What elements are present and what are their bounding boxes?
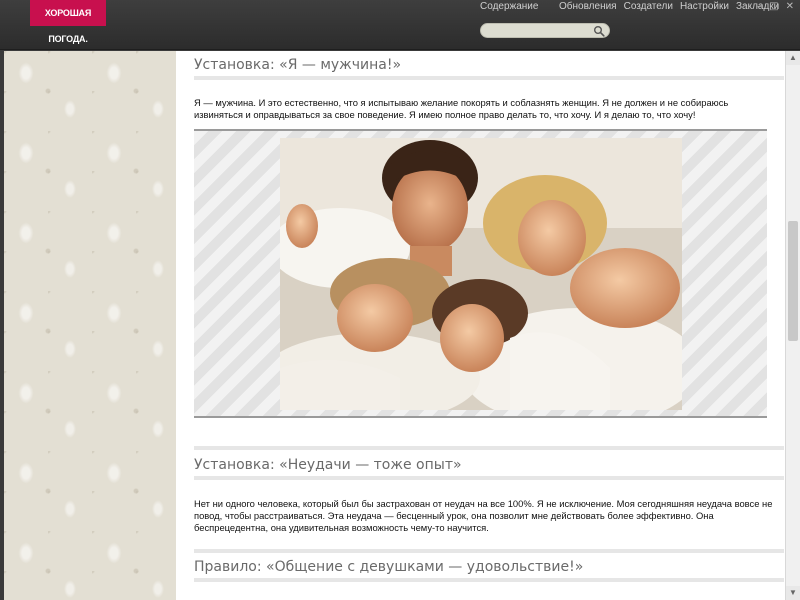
- section-divider: [194, 446, 784, 450]
- section-title-man: Установка: «Я — мужчина!»: [194, 57, 402, 73]
- logo[interactable]: ХОРОШАЯ ПОГОДА.: [30, 0, 106, 44]
- vertical-scrollbar[interactable]: ▲ ▼: [785, 51, 800, 600]
- search-box: [480, 23, 610, 38]
- section-divider: [194, 549, 784, 553]
- arrow-up-icon[interactable]: ▲: [786, 51, 800, 65]
- close-icon[interactable]: ✕: [786, 2, 794, 12]
- photo-frame: [194, 129, 767, 418]
- search-input[interactable]: [489, 25, 589, 36]
- nav-settings-link[interactable]: Настройки: [680, 1, 729, 12]
- section-divider: [194, 76, 784, 80]
- window-controls: – □ ✕: [757, 2, 794, 12]
- section-title-girls: Правило: «Общение с девушками — удовольс…: [194, 559, 584, 575]
- section-divider: [194, 578, 784, 582]
- section-text-man: Я — мужчина. И это естественно, что я ис…: [194, 97, 729, 120]
- decorative-wallpaper: [0, 51, 176, 600]
- nav-menu: Обновления Создатели Настройки Закладки: [559, 1, 779, 12]
- search-icon[interactable]: [593, 25, 605, 37]
- nav-updates-link[interactable]: Обновления: [559, 1, 617, 12]
- section-text-failures: Нет ни одного человека, который был бы з…: [194, 498, 773, 533]
- article-photo: [280, 138, 682, 410]
- nav-contents-link[interactable]: Содержание: [480, 1, 538, 12]
- section-title-failures: Установка: «Неудачи — тоже опыт»: [194, 457, 462, 473]
- scrollbar-thumb[interactable]: [788, 221, 798, 341]
- article-content: Установка: «Я — мужчина!» Я — мужчина. И…: [176, 51, 785, 600]
- maximize-icon[interactable]: □: [769, 2, 778, 12]
- minimize-icon[interactable]: –: [757, 2, 762, 12]
- arrow-down-icon[interactable]: ▼: [786, 586, 800, 600]
- nav-creators-link[interactable]: Создатели: [624, 1, 673, 12]
- section-divider: [194, 476, 784, 480]
- top-bar: ХОРОШАЯ ПОГОДА. Содержание Обновления Со…: [0, 0, 800, 50]
